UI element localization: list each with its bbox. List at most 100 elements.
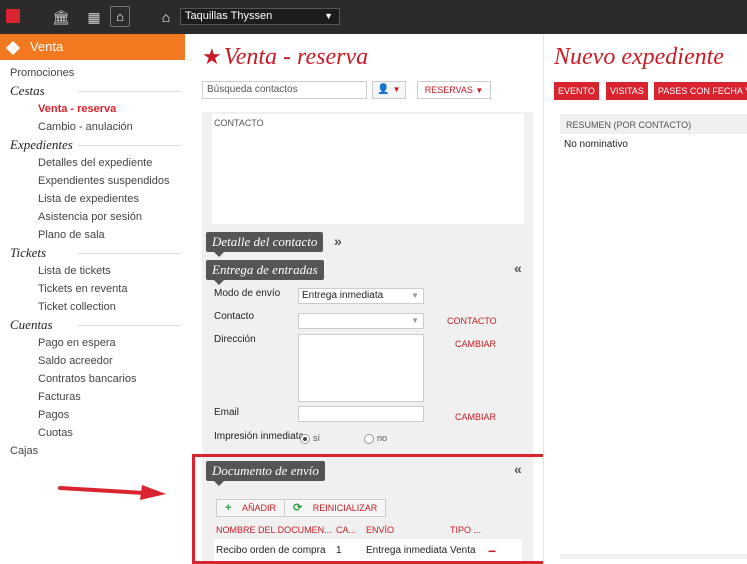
venue-select[interactable]: Taquillas Thyssen ▼ (180, 8, 340, 25)
radio-si[interactable]: sí (300, 433, 320, 444)
plus-icon: + (225, 502, 232, 514)
page-title-text: Venta - reserva (223, 44, 369, 70)
contacto-field-label: Contacto (214, 311, 255, 322)
resumen-area (560, 134, 747, 554)
tab-entrega-entradas[interactable]: Entrega de entradas (206, 260, 324, 285)
reservas-dropdown[interactable]: RESERVAS ▼ (417, 81, 491, 99)
impresion-label: Impresión inmediata (214, 431, 305, 442)
divider (78, 145, 181, 146)
sidebar-item-cuotas[interactable]: Cuotas (0, 424, 185, 442)
anadir-button[interactable]: + AÑADIR (217, 500, 284, 516)
sidebar-item-detalles-del-expediente[interactable]: Detalles del expediente (0, 154, 185, 172)
contacto-label: CONTACTO (214, 118, 264, 128)
contacto-link[interactable]: CONTACTO (447, 316, 497, 326)
sidebar-item-lista-de-tickets[interactable]: Lista de tickets (0, 262, 185, 280)
sidebar-section-label: Tickets (10, 245, 47, 260)
contacto-select[interactable]: ▼ (298, 313, 424, 329)
tab-documento-envio[interactable]: Documento de envío (206, 461, 325, 486)
direccion-textarea[interactable] (298, 334, 424, 402)
nuevo-expediente-panel: Nuevo expediente EVENTO VISITAS PASES CO… (543, 34, 747, 564)
divider (78, 253, 181, 254)
refresh-icon: ⟳ (292, 502, 303, 514)
sidebar-item-plano-de-sala[interactable]: Plano de sala (0, 226, 185, 244)
radio-no-label: no (377, 433, 388, 443)
sidebar-item-promociones[interactable]: Promociones (0, 64, 185, 82)
user-filter-button[interactable]: 👤 ▼ (372, 81, 406, 99)
contacto-area[interactable] (212, 132, 524, 224)
sidebar-item-lista-de-expedientes[interactable]: Lista de expedientes (0, 190, 185, 208)
sidebar-item-saldo-acreedor[interactable]: Saldo acreedor (0, 352, 185, 370)
email-field[interactable] (298, 406, 424, 422)
sidebar-section-cestas: Cestas (0, 82, 185, 100)
search-contactos-input[interactable]: Búsqueda contactos (202, 81, 367, 99)
cell-envio: Entrega inmediata (366, 545, 448, 556)
sidebar-item-pagos[interactable]: Pagos (0, 406, 185, 424)
modo-envio-value: Entrega inmediata (302, 290, 384, 301)
venta-reserva-panel: ★Venta - reserva Búsqueda contactos 👤 ▼ … (192, 34, 575, 564)
red-arrow-annotation (58, 485, 166, 500)
radio-no[interactable]: no (364, 433, 387, 444)
diamond-icon (5, 40, 21, 55)
anadir-label: AÑADIR (241, 503, 276, 513)
col-header-envio[interactable]: ENVÍO (366, 525, 394, 535)
sidebar-section-tickets: Tickets (0, 244, 185, 262)
chevron-down-icon: ▼ (411, 291, 419, 300)
sidebar-item-ticket-collection[interactable]: Ticket collection (0, 298, 185, 316)
direccion-label: Dirección (214, 334, 256, 345)
reinicializar-button[interactable]: ⟳ REINICIALIZAR (285, 500, 385, 516)
resumen-value: No nominativo (564, 139, 628, 150)
sidebar-item-tickets-en-reventa[interactable]: Tickets en reventa (0, 280, 185, 298)
modo-envio-label: Modo de envío (214, 288, 281, 299)
sidebar-item-venta-reserva[interactable]: Venta - reserva (0, 100, 185, 118)
bank-icon[interactable]: 🏛 (52, 9, 70, 25)
remove-row-icon[interactable]: − (488, 543, 496, 559)
evento-button[interactable]: EVENTO (554, 82, 599, 100)
radio-si-dot (300, 433, 310, 444)
chevron-down-icon: ▼ (392, 85, 401, 94)
radio-si-label: sí (313, 433, 321, 443)
radio-no-dot (364, 433, 374, 444)
divider (78, 91, 181, 92)
reinicializar-label: REINICIALIZAR (312, 503, 378, 513)
sidebar-item-facturas[interactable]: Facturas (0, 388, 185, 406)
sidebar-item-cajas[interactable]: Cajas (0, 442, 185, 460)
sidebar-nav: Promociones Cestas Venta - reserva Cambio -… (0, 60, 185, 460)
star-icon: ★ (202, 44, 222, 69)
sidebar-section-expedientes: Expedientes (0, 136, 185, 154)
resumen-label: RESUMEN (POR CONTACTO) (566, 120, 692, 130)
building-icon[interactable]: ▦ (86, 9, 102, 25)
cell-nombre: Recibo orden de compra (216, 545, 326, 556)
sidebar-item-cambio-anulacion[interactable]: Cambio - anulación (0, 118, 185, 136)
modo-envio-select[interactable]: Entrega inmediata ▼ (298, 288, 424, 304)
divider (78, 325, 181, 326)
top-bar: 🏛 ▦ ⌂ ⌂ Taquillas Thyssen ▼ (0, 0, 747, 34)
cambiar-email-link[interactable]: CAMBIAR (455, 412, 496, 422)
cell-cantidad: 1 (336, 545, 342, 556)
expand-icon[interactable]: » (334, 233, 342, 249)
sidebar-item-contratos-bancarios[interactable]: Contratos bancarios (0, 370, 185, 388)
app-logo-icon[interactable] (6, 9, 20, 23)
pases-button[interactable]: PASES CON FECHA Y (654, 82, 747, 100)
cambiar-direccion-link[interactable]: CAMBIAR (455, 339, 496, 349)
col-header-tipo[interactable]: TIPO ... (450, 525, 481, 535)
sidebar-head-label: Venta (30, 39, 64, 54)
sidebar-section-cuentas: Cuentas (0, 316, 185, 334)
sidebar-item-expendientes-suspendidos[interactable]: Expendientes suspendidos (0, 172, 185, 190)
col-header-cantidad[interactable]: CA... (336, 525, 356, 535)
sidebar-head-venta[interactable]: Venta (0, 34, 185, 60)
sidebar-section-label: Cuentas (10, 317, 53, 332)
tab-detalle-contacto[interactable]: Detalle del contacto (206, 232, 324, 257)
user-icon: 👤 (377, 84, 390, 95)
collapse-icon[interactable]: « (514, 260, 522, 276)
sidebar-item-asistencia-por-sesion[interactable]: Asistencia por sesión (0, 208, 185, 226)
col-header-nombre[interactable]: NOMBRE DEL DOCUMEN... (216, 525, 332, 535)
sidebar-section-label: Expedientes (10, 137, 73, 152)
collapse-icon[interactable]: « (514, 461, 522, 477)
chevron-down-icon: ▼ (411, 316, 419, 325)
home-icon[interactable]: ⌂ (110, 6, 130, 27)
reservas-label: RESERVAS (424, 85, 473, 95)
chevron-down-icon: ▼ (324, 11, 333, 21)
venue-select-value: Taquillas Thyssen (185, 10, 273, 22)
sidebar-item-pago-en-espera[interactable]: Pago en espera (0, 334, 185, 352)
visitas-button[interactable]: VISITAS (606, 82, 648, 100)
